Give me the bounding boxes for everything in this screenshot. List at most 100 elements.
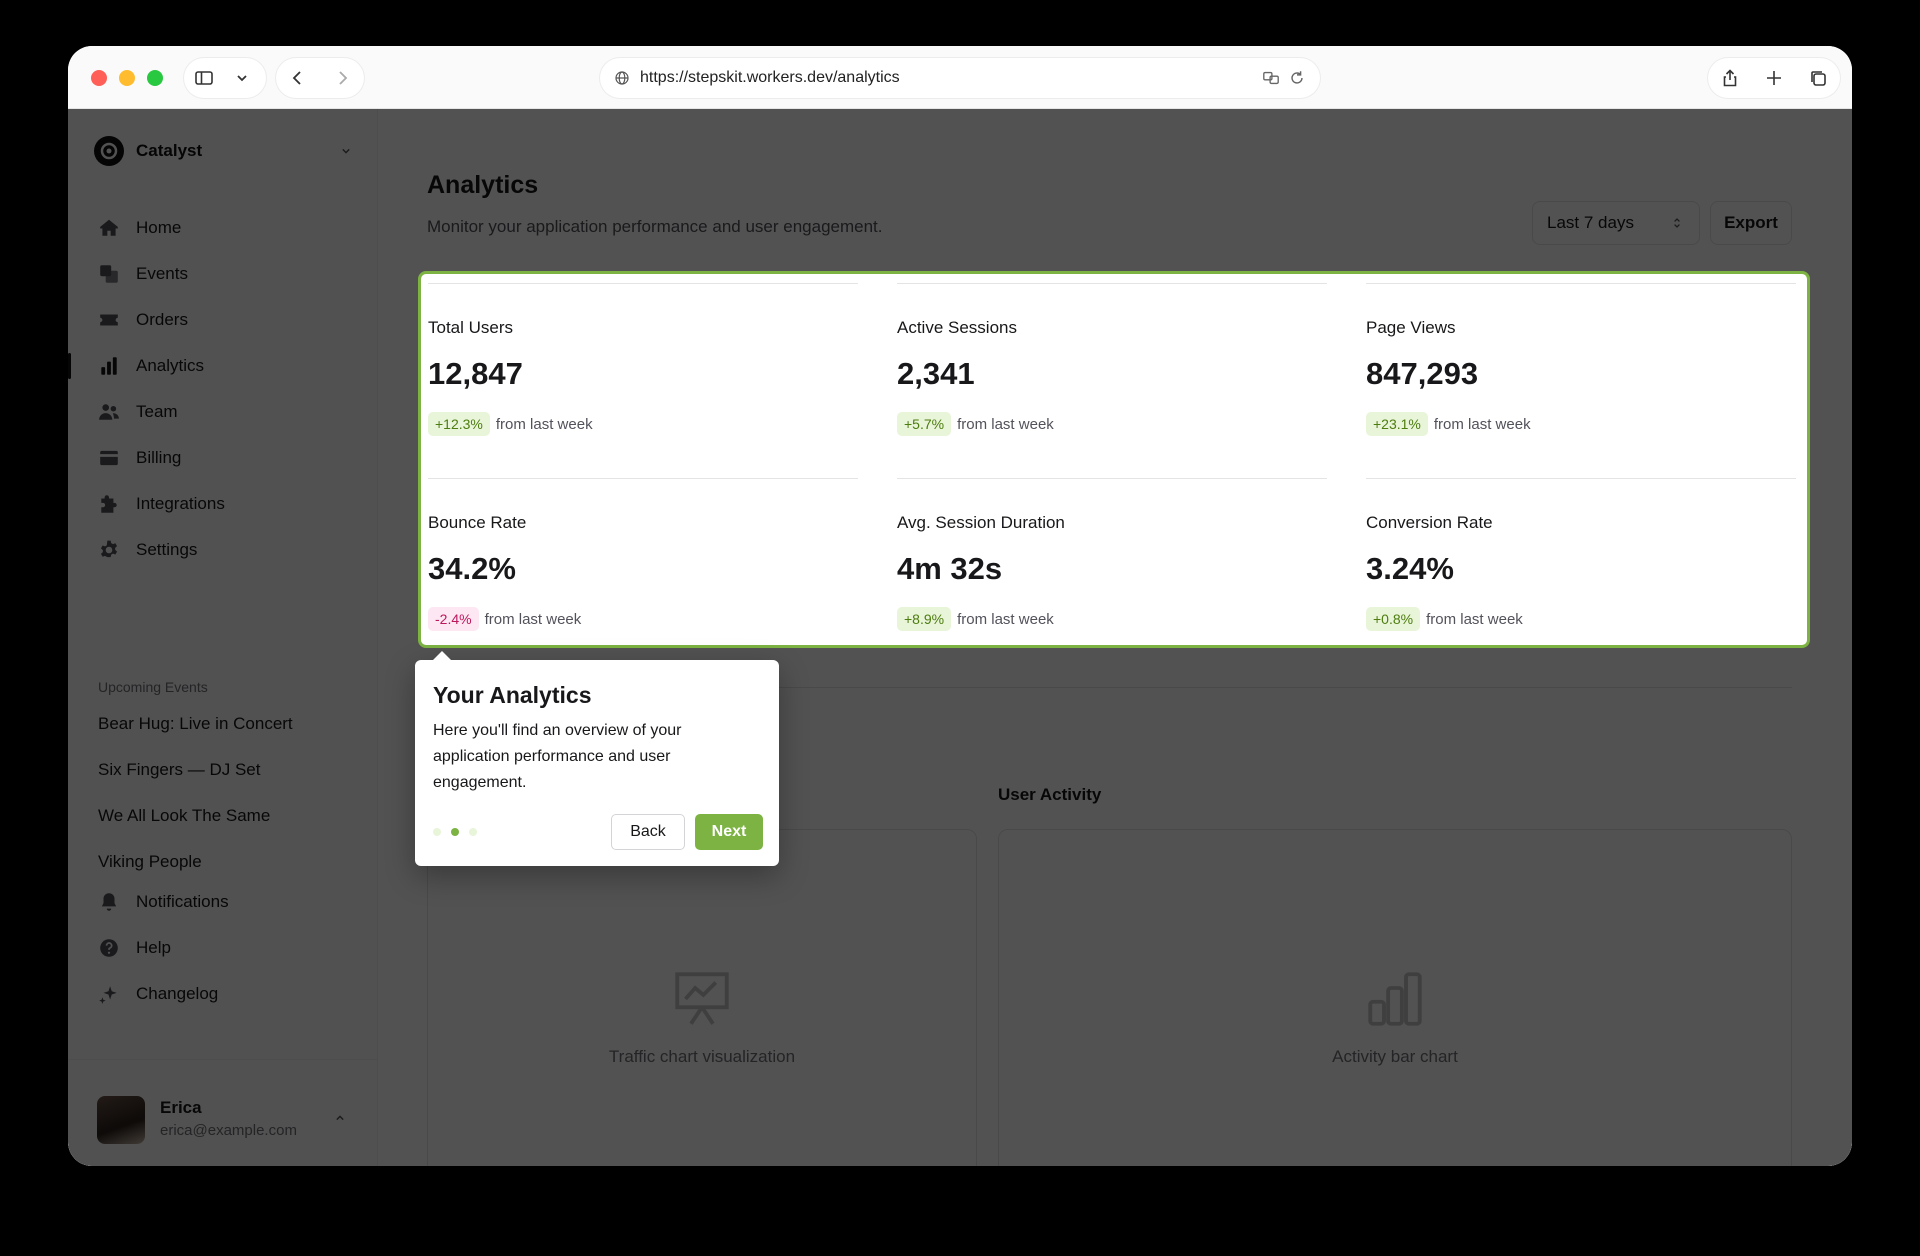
tour-progress-dots: [433, 828, 477, 836]
stat-value: 4m 32s: [897, 551, 1003, 586]
stat-card-avg-session-duration: Avg. Session Duration 4m 32s +8.9% from l…: [897, 478, 1327, 645]
chevron-right-icon: [339, 71, 348, 85]
date-range-value: Last 7 days: [1547, 213, 1634, 232]
reload-icon[interactable]: [1288, 69, 1306, 87]
change-badge: +5.7%: [897, 412, 952, 436]
chart-placeholder-text: Traffic chart visualization: [608, 1047, 796, 1066]
tab-overview-button[interactable]: [1798, 58, 1838, 98]
user-email: erica@example.com: [160, 1122, 297, 1139]
sidebar-item-label: Team: [136, 402, 178, 421]
sidebar-item-events[interactable]: Events: [94, 251, 354, 297]
stat-value: 34.2%: [428, 551, 516, 586]
share-button[interactable]: [1710, 58, 1750, 98]
stat-label: Bounce Rate: [428, 513, 527, 532]
change-note: from last week: [1426, 610, 1523, 628]
chevron-down-icon: [342, 148, 350, 154]
avatar: [97, 1096, 145, 1144]
logo-icon: [100, 142, 118, 160]
events-icon: [100, 265, 118, 283]
sidebar-item-label: Orders: [136, 310, 188, 329]
back-button[interactable]: [276, 58, 320, 98]
chart-title-user-activity: User Activity: [998, 785, 1102, 804]
change-note: from last week: [495, 415, 593, 433]
browser-chrome: https://stepskit.workers.dev/analytics: [68, 46, 1852, 109]
sidebar-item-team[interactable]: Team: [94, 389, 354, 435]
stat-label: Conversion Rate: [1366, 513, 1493, 532]
stat-label: Page Views: [1366, 318, 1456, 337]
change-note: from last week: [1433, 415, 1531, 433]
stat-card-active-sessions: Active Sessions 2,341 +5.7% from last wee…: [897, 283, 1327, 478]
users-icon: [99, 404, 119, 420]
tour-next-button[interactable]: Next: [695, 814, 763, 850]
address-bar[interactable]: https://stepskit.workers.dev/analytics: [600, 58, 1320, 98]
tour-step-dot-active[interactable]: [451, 828, 459, 836]
bar-chart-icon: [1368, 972, 1422, 1026]
event-item[interactable]: Bear Hug: Live in Concert: [98, 701, 358, 747]
stat-value: 847,293: [1366, 356, 1479, 391]
help-icon: [100, 939, 118, 957]
change-note: from last week: [957, 415, 1054, 433]
date-range-select[interactable]: Last 7 days: [1532, 201, 1700, 245]
sidebar-item-label: Settings: [136, 540, 198, 559]
sidebar-item-integrations[interactable]: Integrations: [94, 481, 354, 527]
close-window-button[interactable]: [91, 70, 107, 86]
forward-button[interactable]: [320, 58, 364, 98]
puzzle-icon: [101, 495, 117, 513]
change-badge: +23.1%: [1366, 412, 1428, 436]
minimize-window-button[interactable]: [119, 70, 135, 86]
sidebar-item-label: Events: [136, 264, 188, 283]
chevron-up-icon: [336, 1115, 344, 1121]
sidebar-item-orders[interactable]: Orders: [94, 297, 354, 343]
stat-label: Total Users: [428, 318, 514, 337]
change-badge: +12.3%: [428, 412, 490, 436]
stat-label: Avg. Session Duration: [897, 513, 1065, 532]
catalyst-logo: [94, 136, 124, 166]
sidebar-item-notifications[interactable]: Notifications: [94, 879, 354, 925]
user-name: Erica: [160, 1098, 202, 1117]
change-note: from last week: [484, 610, 582, 628]
team-switcher[interactable]: Catalyst: [94, 135, 354, 167]
maximize-window-button[interactable]: [147, 70, 163, 86]
nav-buttons: [276, 58, 364, 98]
secondary-nav: Notifications Help Changelog: [94, 879, 354, 1017]
event-item[interactable]: We All Look The Same: [98, 793, 358, 839]
credit-card-icon: [100, 450, 118, 466]
main-nav: Home Events Orders Analytics Team Billin…: [68, 205, 354, 573]
sidebar-item-label: Help: [136, 938, 171, 957]
sidebar-toggle-button[interactable]: [184, 58, 224, 98]
sidebar-item-changelog[interactable]: Changelog: [94, 971, 354, 1017]
sidebar-item-help[interactable]: Help: [94, 925, 354, 971]
new-tab-button[interactable]: [1754, 58, 1794, 98]
chart-placeholder-text: Activity bar chart: [1332, 1047, 1458, 1066]
sidebar-item-home[interactable]: Home: [94, 205, 354, 251]
window-actions: [1708, 58, 1840, 98]
user-activity-chart: Activity bar chart: [998, 829, 1792, 1166]
translate-icon[interactable]: [1262, 69, 1280, 87]
tour-back-button[interactable]: Back: [611, 814, 685, 850]
event-item[interactable]: Six Fingers — DJ Set: [98, 747, 358, 793]
sidebar-item-analytics[interactable]: Analytics: [68, 343, 354, 389]
export-button[interactable]: Export: [1710, 201, 1792, 245]
presentation-chart-icon: [675, 972, 729, 1025]
sidebar-icon: [195, 71, 213, 85]
user-menu[interactable]: Erica erica@example.com: [68, 1059, 377, 1166]
change-note: from last week: [957, 610, 1054, 628]
sidebar-item-settings[interactable]: Settings: [94, 527, 354, 573]
plus-icon: [1767, 71, 1781, 85]
tour-popover: Your Analytics Here you'll find an overv…: [415, 651, 779, 866]
tour-step-dot[interactable]: [469, 828, 477, 836]
tour-body: Here you'll find an overview of your app…: [433, 722, 682, 791]
stat-value: 3.24%: [1366, 551, 1454, 586]
page-title: Analytics: [427, 171, 539, 199]
sidebar-item-billing[interactable]: Billing: [94, 435, 354, 481]
upcoming-events-list: Bear Hug: Live in Concert Six Fingers — …: [98, 701, 358, 885]
tour-title: Your Analytics: [433, 682, 592, 708]
sidebar-toggle-group: [184, 58, 266, 98]
stat-card-bounce-rate: Bounce Rate 34.2% -2.4% from last week: [428, 478, 858, 645]
chevron-up-down-icon: [1674, 218, 1680, 228]
tab-group-dropdown[interactable]: [224, 58, 260, 98]
sparkle-icon: [99, 986, 117, 1004]
stat-card-total-users: Total Users 12,847 +12.3% from last week: [428, 283, 858, 478]
sidebar-item-label: Integrations: [136, 494, 225, 513]
tour-step-dot[interactable]: [433, 828, 441, 836]
